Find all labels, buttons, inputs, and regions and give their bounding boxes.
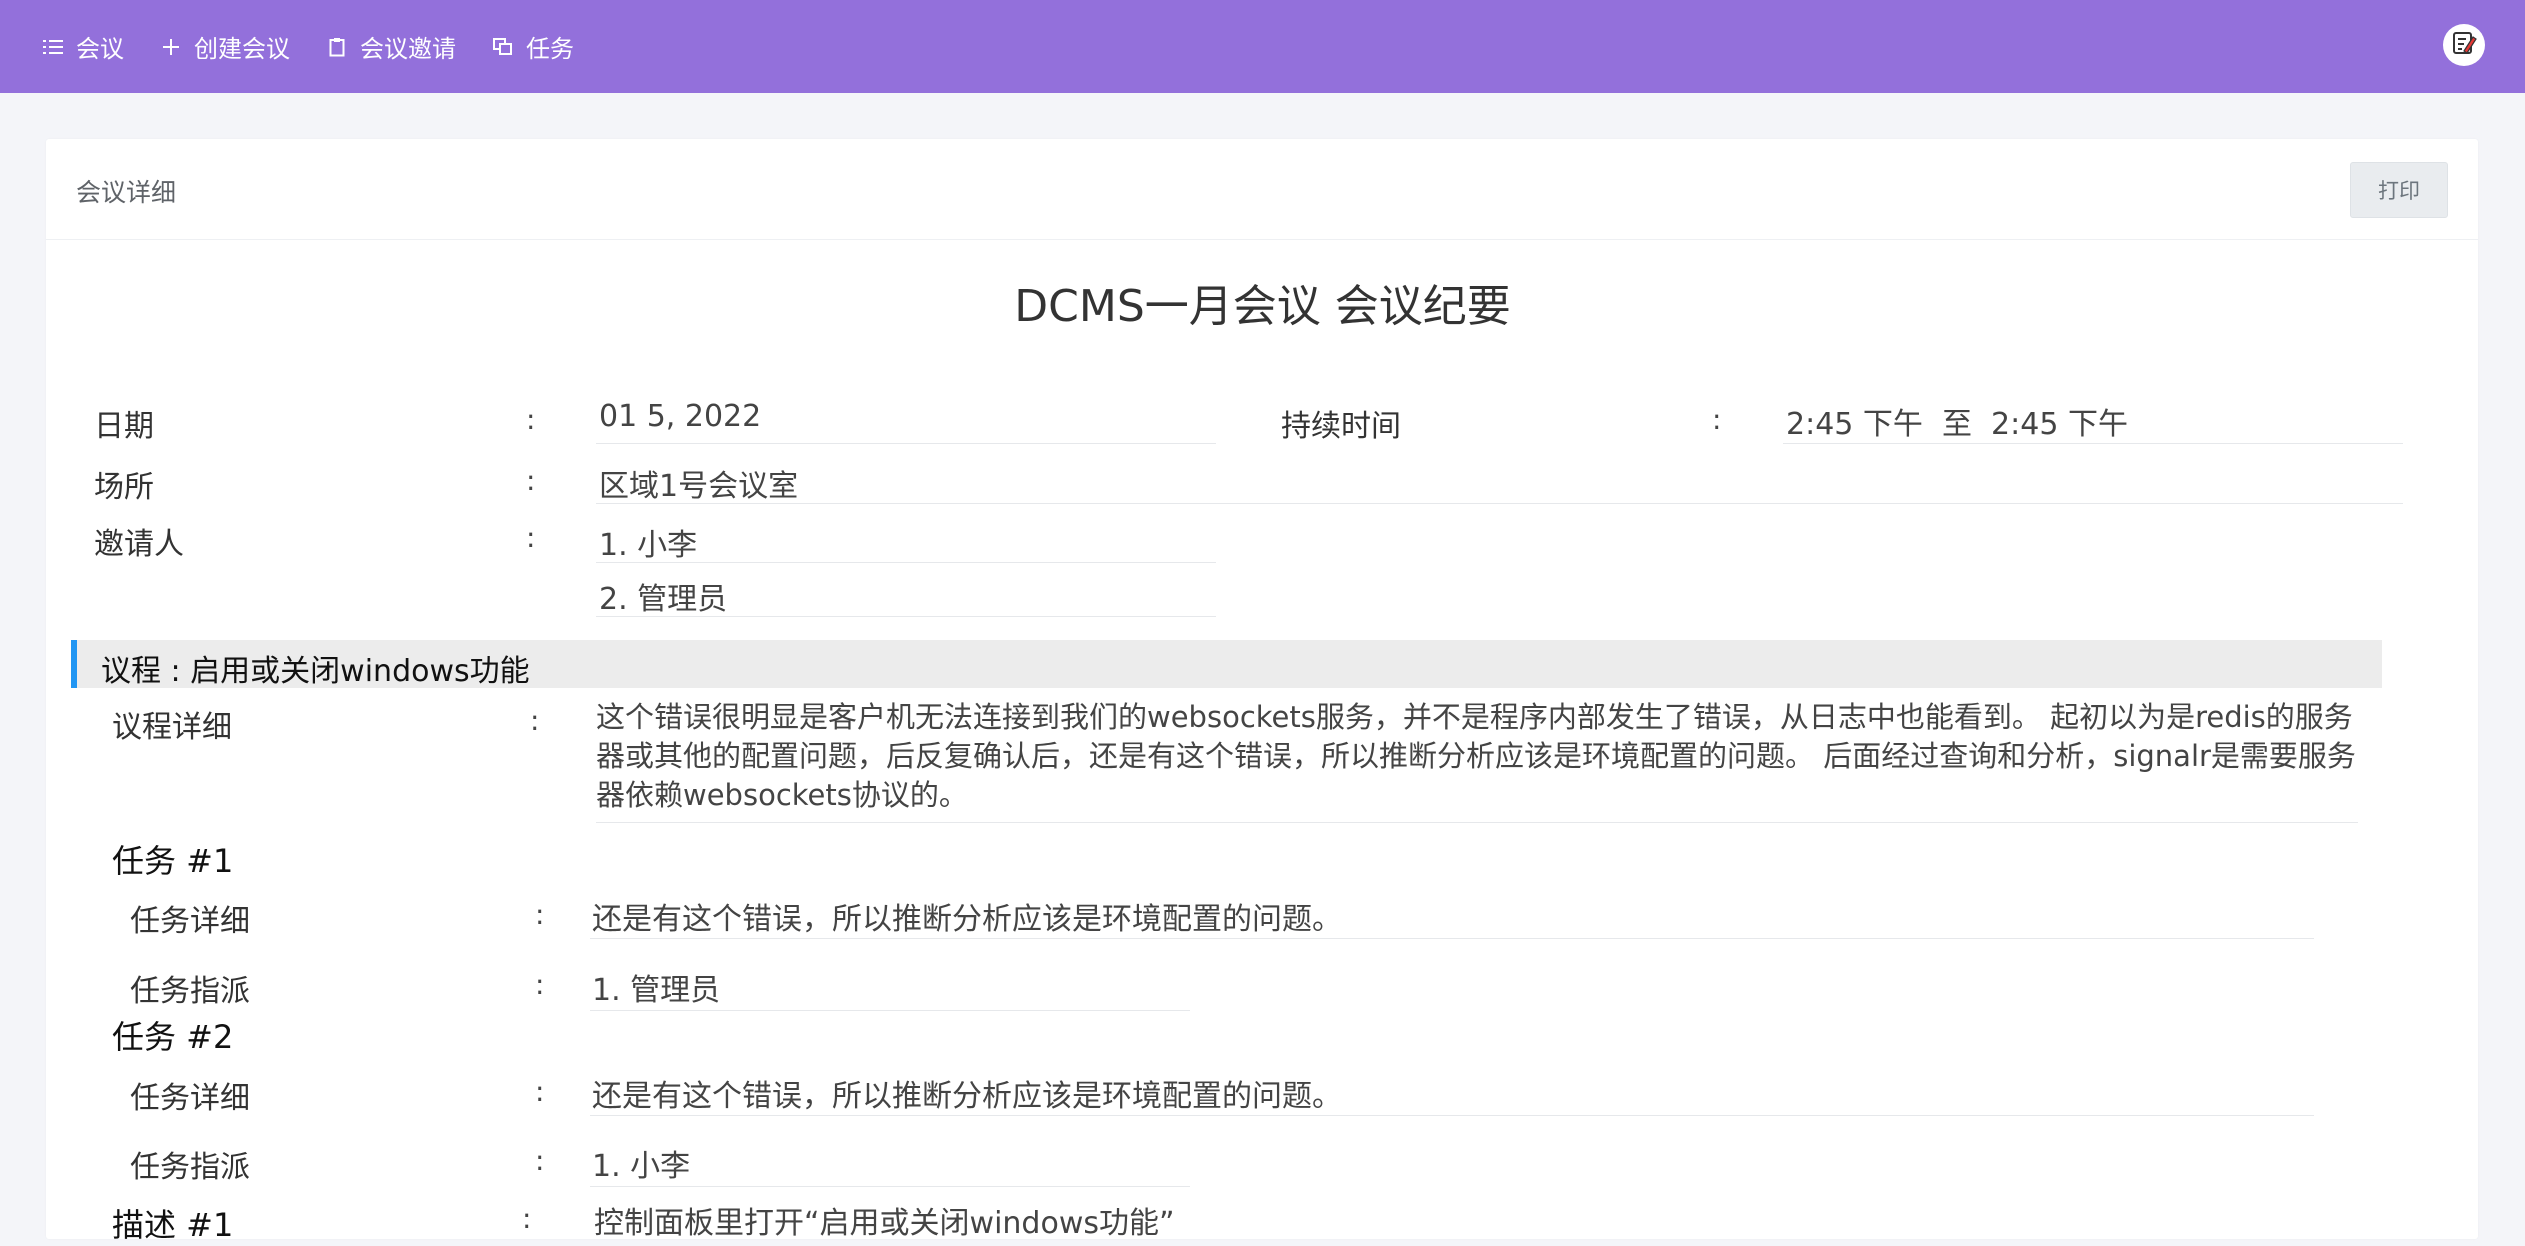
list-icon	[40, 34, 66, 60]
description-heading: 描述 #1	[112, 1206, 234, 1244]
task-assign-label: 任务指派	[130, 1150, 250, 1185]
clipboard-icon	[324, 34, 350, 60]
task-detail-label: 任务详细	[130, 1081, 250, 1116]
minutes-title: DCMS一月会议 会议纪要	[1014, 281, 1511, 332]
task-detail-value: 还是有这个错误，所以推断分析应该是环境配置的问题。	[592, 1079, 1342, 1114]
agenda-detail-text: 这个错误很明显是客户机无法连接到我们的websockets服务，并不是程序内部发…	[596, 700, 2356, 812]
card-header: 会议详细 打印	[46, 139, 2478, 240]
nav-item-create-meeting[interactable]: 创建会议	[158, 29, 290, 64]
agenda-detail-label: 议程详细	[112, 710, 232, 745]
nav-label-create-meeting: 创建会议	[194, 35, 290, 63]
task-assign-value: 1. 小李	[592, 1149, 691, 1184]
task-detail-value: 还是有这个错误，所以推断分析应该是环境配置的问题。	[592, 902, 1342, 937]
print-button[interactable]: 打印	[2350, 162, 2448, 218]
card-title: 会议详细	[76, 178, 177, 207]
description-value: 控制面板里打开“启用或关闭windows功能”	[594, 1206, 1175, 1241]
venue-underline	[596, 503, 2403, 504]
date-label: 日期	[94, 409, 154, 444]
agenda-header: 议程 : 启用或关闭windows功能	[71, 640, 2382, 689]
task-heading: 任务 #2	[112, 1018, 234, 1056]
invitees-colon: :	[526, 521, 536, 554]
duration-underline	[1783, 443, 2403, 444]
task-detail-underline	[590, 938, 2314, 939]
nav-item-tasks[interactable]: 任务	[490, 29, 574, 64]
invitees-label: 邀请人	[94, 527, 184, 562]
copy-icon	[490, 34, 516, 60]
task-assign-label: 任务指派	[130, 974, 250, 1009]
invitee-item: 2. 管理员	[599, 582, 728, 617]
date-underline	[596, 443, 1216, 444]
venue-colon: :	[526, 464, 536, 497]
top-navbar: 会议 创建会议 会议邀请 任务	[0, 0, 2525, 93]
task-assign-colon: :	[535, 1144, 545, 1177]
duration-colon: :	[1712, 403, 1722, 436]
task-detail-underline	[590, 1115, 2314, 1116]
nav-item-meeting-invites[interactable]: 会议邀请	[324, 29, 456, 64]
nav-label-meeting-invites: 会议邀请	[360, 35, 456, 63]
agenda-title: 议程 : 启用或关闭windows功能	[101, 654, 530, 689]
plus-icon	[158, 34, 184, 60]
date-value: 01 5, 2022	[599, 399, 762, 434]
agenda-detail-underline	[596, 822, 2358, 823]
agenda-detail-colon: :	[530, 704, 540, 737]
task-assign-underline	[590, 1186, 1190, 1187]
user-avatar[interactable]	[2443, 24, 2485, 66]
task-assign-underline	[590, 1010, 1190, 1011]
task-heading: 任务 #1	[112, 842, 234, 880]
duration-label: 持续时间	[1281, 409, 1401, 444]
task-assign-value: 1. 管理员	[592, 973, 721, 1008]
invitee-underline	[596, 616, 1216, 617]
task-detail-colon: :	[535, 1075, 545, 1108]
task-detail-label: 任务详细	[130, 904, 250, 939]
invitee-item: 1. 小李	[599, 528, 698, 563]
nav-item-meetings[interactable]: 会议	[40, 29, 124, 64]
nav-label-meetings: 会议	[76, 35, 124, 63]
task-assign-colon: :	[535, 968, 545, 1001]
task-detail-colon: :	[535, 898, 545, 931]
description-colon: :	[522, 1202, 532, 1235]
invitee-underline	[596, 562, 1216, 563]
date-colon: :	[526, 403, 536, 436]
edit-note-icon	[2450, 29, 2478, 61]
duration-value: 2:45 下午 至 2:45 下午	[1786, 407, 2128, 442]
main-nav: 会议 创建会议 会议邀请 任务	[40, 0, 608, 93]
nav-label-tasks: 任务	[526, 35, 574, 63]
venue-value: 区域1号会议室	[599, 469, 799, 504]
venue-label: 场所	[94, 470, 154, 505]
